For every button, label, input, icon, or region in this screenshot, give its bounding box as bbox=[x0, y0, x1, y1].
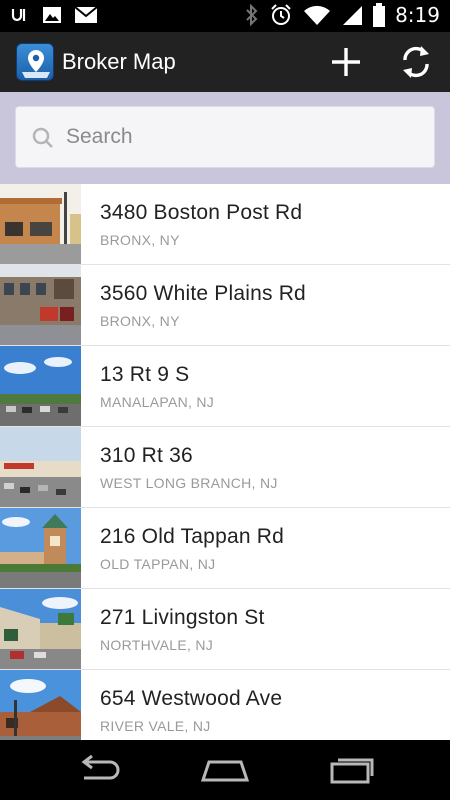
app-title: Broker Map bbox=[62, 49, 176, 74]
listing-city: OLD TAPPAN, NJ bbox=[100, 556, 216, 572]
image-icon bbox=[43, 7, 61, 23]
status-bar: 8:19 bbox=[0, 0, 450, 32]
listing-address: 3480 Boston Post Rd bbox=[100, 201, 303, 224]
add-button[interactable] bbox=[324, 40, 368, 84]
list-item[interactable]: 13 Rt 9 S MANALAPAN, NJ bbox=[0, 346, 450, 427]
home-icon bbox=[200, 760, 250, 782]
listing-city: RIVER VALE, NJ bbox=[100, 718, 211, 734]
back-button[interactable] bbox=[70, 752, 130, 788]
property-thumbnail bbox=[0, 184, 81, 264]
listing-address: 13 Rt 9 S bbox=[100, 363, 190, 386]
listing-city: BRONX, NY bbox=[100, 232, 180, 248]
property-thumbnail bbox=[0, 670, 81, 740]
alarm-icon bbox=[271, 4, 291, 25]
home-button[interactable] bbox=[195, 752, 255, 788]
refresh-button[interactable] bbox=[394, 40, 438, 84]
listing-list: 3480 Boston Post Rd BRONX, NY 3560 White… bbox=[0, 184, 450, 740]
property-thumbnail bbox=[0, 589, 81, 669]
property-thumbnail bbox=[0, 427, 81, 507]
listing-city: WEST LONG BRANCH, NJ bbox=[100, 475, 278, 491]
signal-icon bbox=[343, 6, 363, 25]
list-item[interactable]: 271 Livingston St NORTHVALE, NJ bbox=[0, 589, 450, 670]
listing-address: 216 Old Tappan Rd bbox=[100, 525, 284, 548]
list-item[interactable]: 3480 Boston Post Rd BRONX, NY bbox=[0, 184, 450, 265]
usb-debug-icon bbox=[11, 9, 26, 22]
recents-icon bbox=[330, 758, 374, 784]
gmail-icon bbox=[74, 6, 98, 23]
property-thumbnail bbox=[0, 346, 81, 426]
property-thumbnail bbox=[0, 265, 81, 345]
wifi-icon bbox=[304, 5, 331, 26]
list-item[interactable]: 654 Westwood Ave RIVER VALE, NJ bbox=[0, 670, 450, 740]
listing-city: BRONX, NY bbox=[100, 313, 180, 329]
recents-button[interactable] bbox=[322, 752, 382, 788]
list-item[interactable]: 310 Rt 36 WEST LONG BRANCH, NJ bbox=[0, 427, 450, 508]
listing-city: NORTHVALE, NJ bbox=[100, 637, 214, 653]
listing-address: 654 Westwood Ave bbox=[100, 687, 283, 710]
back-icon bbox=[81, 754, 120, 780]
property-thumbnail bbox=[0, 508, 81, 588]
listing-address: 3560 White Plains Rd bbox=[100, 282, 306, 305]
navigation-bar bbox=[0, 740, 450, 800]
search-input[interactable] bbox=[66, 107, 416, 167]
app-logo-icon[interactable] bbox=[16, 43, 54, 81]
search-icon bbox=[32, 127, 53, 148]
listing-city: MANALAPAN, NJ bbox=[100, 394, 215, 410]
action-bar: Broker Map bbox=[0, 32, 450, 92]
add-icon bbox=[332, 48, 360, 76]
search-box[interactable] bbox=[15, 106, 435, 168]
clock: 8:19 bbox=[395, 3, 440, 27]
listing-address: 271 Livingston St bbox=[100, 606, 265, 629]
listing-address: 310 Rt 36 bbox=[100, 444, 193, 467]
bluetooth-icon bbox=[246, 3, 258, 27]
refresh-icon bbox=[403, 46, 429, 78]
battery-icon bbox=[373, 3, 386, 27]
list-item[interactable]: 216 Old Tappan Rd OLD TAPPAN, NJ bbox=[0, 508, 450, 589]
search-bar-container bbox=[0, 92, 450, 184]
list-item[interactable]: 3560 White Plains Rd BRONX, NY bbox=[0, 265, 450, 346]
